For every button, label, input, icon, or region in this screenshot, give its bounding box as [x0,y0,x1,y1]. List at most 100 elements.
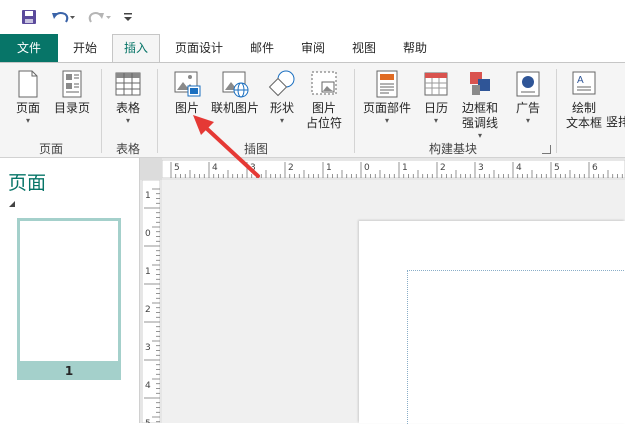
shapes-button[interactable]: 形状 ▾ [262,69,302,126]
page-icon [18,70,38,98]
thumbnail-page [20,221,118,361]
vertical-text-label: 竖排 [606,115,625,129]
tab-help[interactable]: 帮助 [393,34,437,62]
chevron-down-icon: ▾ [384,116,389,125]
ruler-label: 6 [592,163,598,173]
ribbon-tabs: 文件 开始 插入 页面设计 邮件 审阅 视图 帮助 [0,34,625,62]
page-parts-label: 页面部件 [362,101,411,115]
group-label-building-blocks: 构建基块 [428,142,477,156]
picture-placeholder-button[interactable]: 图片 占位符 [302,69,346,131]
vertical-text-button[interactable]: 竖排 [606,115,625,130]
ruler-corner [140,158,162,180]
group-label-illustrations: 插图 [243,142,268,156]
margin-guide [407,270,625,424]
text-box-icon: A [572,71,596,95]
page-button[interactable]: 页面 ▾ [8,69,48,126]
pictures-label: 图片 [174,101,199,115]
canvas-area [162,180,625,424]
online-pictures-button[interactable]: 联机图片 [208,69,262,116]
calendars-button[interactable]: 日历 ▾ [418,69,454,126]
redo-button[interactable] [84,6,114,28]
dialog-launcher-icon[interactable] [542,145,551,154]
ruler-label: 0 [145,229,151,239]
table-button[interactable]: 表格 ▾ [106,69,150,126]
group-separator [101,69,102,153]
vertical-ruler[interactable]: 1 0 1 2 3 4 5 [142,180,160,423]
tab-view[interactable]: 视图 [342,34,386,62]
undo-button[interactable] [48,6,78,28]
tab-review[interactable]: 审阅 [291,34,335,62]
group-separator [157,69,158,153]
save-button[interactable] [18,6,40,28]
tab-page-design[interactable]: 页面设计 [165,34,233,62]
ads-label: 广告 [515,101,540,115]
catalog-page-icon [62,70,82,98]
borders-label-line1: 边框和 [461,101,498,115]
ruler-label: 0 [364,163,370,173]
calendars-label: 日历 [423,101,448,115]
picture-placeholder-icon [311,71,337,95]
thumbnail-page-number: 1 [64,364,74,378]
shapes-label: 形状 [269,101,294,115]
customize-qat-icon [124,13,132,21]
borders-label-line2: 强调线 [461,116,498,130]
customize-qat-button[interactable] [120,6,136,28]
ruler-label: 4 [212,163,218,173]
tab-mailings[interactable]: 邮件 [240,34,284,62]
quick-access-toolbar [0,0,625,34]
ruler-label: 3 [478,163,484,173]
horizontal-ruler[interactable]: 5 4 3 2 1 0 1 2 3 4 5 6 [162,160,625,178]
borders-accents-button[interactable]: 边框和 强调线 ▾ [456,69,504,141]
chevron-down-icon: ▾ [525,116,530,125]
calendar-icon [424,72,448,96]
svg-text:A: A [577,75,584,86]
catalog-page-label: 目录页 [53,101,90,115]
chevron-down-icon: ▾ [433,116,438,125]
page-label: 页面 [15,101,40,115]
ruler-label: 1 [326,163,332,173]
ruler-label: 3 [250,163,256,173]
ribbon: 页面 ▾ 目录页 页面 表格 ▾ 表格 图片 联机图片 形状 ▾ 图片 占位符 … [0,62,625,158]
draw-text-box-button[interactable]: A 绘制 文本框 [562,69,606,131]
draw-text-box-label-line2: 文本框 [565,116,602,130]
save-icon [22,10,36,24]
shapes-icon [268,70,295,97]
placeholder-label-line1: 图片 [311,101,336,115]
chevron-down-icon: ▾ [279,116,284,125]
undo-icon [52,12,75,23]
draw-text-box-label-line1: 绘制 [571,101,596,115]
ruler-label: 2 [145,305,151,315]
page-parts-icon [376,70,398,98]
catalog-page-button[interactable]: 目录页 [50,69,94,116]
collapse-triangle-icon[interactable] [9,201,15,207]
ruler-label: 5 [174,163,180,173]
group-label-pages: 页面 [38,142,63,156]
ruler-label: 1 [402,163,408,173]
ruler-label: 5 [554,163,560,173]
redo-icon [88,12,111,23]
online-picture-icon [222,71,249,98]
ruler-label: 1 [145,267,151,277]
ads-button[interactable]: 广告 ▾ [508,69,548,126]
ruler-label: 1 [145,191,151,201]
ad-icon [516,71,540,97]
ruler-label: 2 [440,163,446,173]
page-thumbnail[interactable]: 1 [17,218,121,380]
group-separator [556,69,557,153]
pictures-button[interactable]: 图片 [166,69,208,116]
tab-insert[interactable]: 插入 [112,34,160,62]
page-parts-button[interactable]: 页面部件 ▾ [358,69,416,126]
picture-icon [174,71,201,97]
tab-home[interactable]: 开始 [62,34,108,62]
page-navigation-pane: 页面 1 [0,158,140,423]
group-separator [354,69,355,153]
chevron-down-icon: ▾ [125,116,130,125]
ruler-label: 3 [145,343,151,353]
table-label: 表格 [115,101,140,115]
borders-accents-icon [470,72,490,95]
ruler-label: 5 [145,419,151,423]
chevron-down-icon: ▾ [25,116,30,125]
tab-file[interactable]: 文件 [0,34,58,62]
group-label-tables: 表格 [115,142,140,156]
publication-page[interactable] [359,221,625,424]
